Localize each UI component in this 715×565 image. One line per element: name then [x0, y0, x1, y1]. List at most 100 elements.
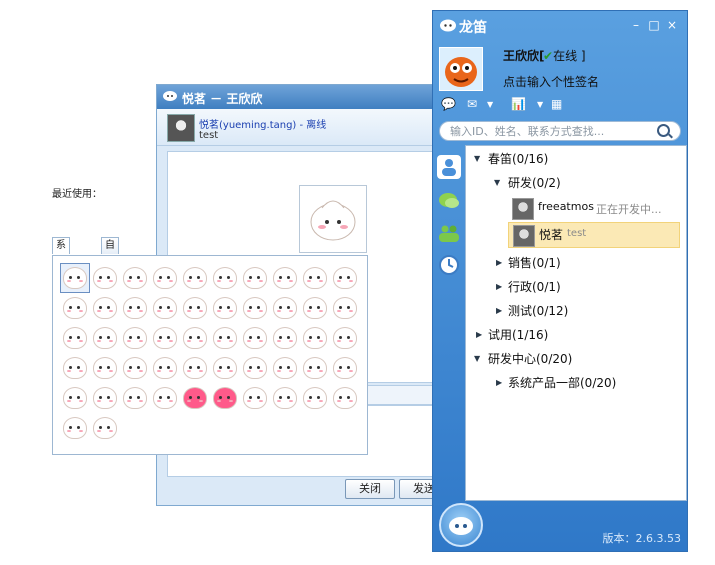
emoticon-cell[interactable]	[151, 384, 179, 412]
emoticon-cell[interactable]	[271, 354, 299, 382]
emoticon-cell[interactable]	[181, 294, 209, 322]
mail-dropdown-icon[interactable]: ▼	[487, 100, 493, 109]
emoticon-cell[interactable]	[331, 384, 359, 412]
group-sys-dept[interactable]: 系统产品一部(0/20)	[508, 374, 616, 391]
tab-custom-emoticons[interactable]: 自定义表情	[101, 237, 119, 315]
emoticon-cell[interactable]	[121, 264, 149, 292]
emoticon-cell[interactable]	[121, 294, 149, 322]
emoticon-cell[interactable]	[331, 354, 359, 382]
chart-dropdown-icon[interactable]: ▼	[537, 100, 543, 109]
emoticon-cell[interactable]	[331, 264, 359, 292]
collapse-arrow-icon[interactable]: ▶	[496, 258, 502, 267]
emoticon-cell[interactable]	[241, 384, 269, 412]
emoticon-cell[interactable]	[271, 324, 299, 352]
emoticon-cell[interactable]	[61, 414, 89, 442]
emoticon-cell[interactable]	[181, 354, 209, 382]
minimize-icon[interactable]: –	[630, 19, 642, 31]
emoticon-cell[interactable]	[211, 264, 239, 292]
emoticon-cell[interactable]	[331, 324, 359, 352]
emoticon-cell[interactable]	[271, 384, 299, 412]
group-rd-center[interactable]: 研发中心(0/20)	[488, 350, 572, 367]
emoticon-cell[interactable]	[121, 324, 149, 352]
emoticon-face-icon	[63, 357, 87, 379]
group-dev[interactable]: 研发(0/2)	[508, 174, 561, 191]
chat-bubble-icon[interactable]: 💬	[441, 97, 456, 111]
emoticon-face-icon	[273, 357, 297, 379]
emoticon-cell[interactable]	[271, 264, 299, 292]
emoticon-cell[interactable]	[271, 294, 299, 322]
emoticon-cell[interactable]	[91, 384, 119, 412]
collapse-arrow-icon[interactable]: ▶	[496, 378, 502, 387]
emoticon-cell[interactable]	[151, 264, 179, 292]
search-box[interactable]: 输入ID、姓名、联系方式查找...	[439, 121, 681, 141]
chart-icon[interactable]: 📊	[511, 97, 526, 111]
chat-titlebar[interactable]: 悦茗 － 王欣欣	[157, 85, 457, 109]
footer-logo-icon[interactable]	[439, 503, 483, 547]
emoticon-cell[interactable]	[151, 354, 179, 382]
search-icon[interactable]	[657, 124, 670, 137]
signature-prompt[interactable]: 点击输入个性签名	[503, 73, 599, 90]
history-tab[interactable]	[437, 253, 461, 277]
emoticon-cell[interactable]	[181, 384, 209, 412]
user-status[interactable]: ✔在线 ]	[543, 47, 586, 64]
emoticon-cell[interactable]	[121, 384, 149, 412]
tree-root[interactable]: 春笛(0/16)	[488, 150, 548, 167]
emoticon-cell[interactable]	[301, 384, 329, 412]
emoticon-cell[interactable]	[241, 294, 269, 322]
emoticon-cell[interactable]	[181, 324, 209, 352]
app-logo-icon	[440, 19, 456, 32]
contacts-tab[interactable]	[437, 155, 461, 179]
emoticon-cell[interactable]	[301, 354, 329, 382]
groups-tab[interactable]	[437, 189, 461, 213]
emoticon-cell[interactable]	[211, 384, 239, 412]
emoticon-cell[interactable]	[211, 324, 239, 352]
contact-name[interactable]: 悦茗(yueming.tang) - 离线	[199, 116, 326, 131]
apps-icon[interactable]: ▦	[551, 97, 562, 111]
emoticon-cell[interactable]	[301, 294, 329, 322]
emoticon-cell[interactable]	[241, 354, 269, 382]
emoticon-cell[interactable]	[211, 354, 239, 382]
expand-arrow-icon[interactable]: ▼	[474, 354, 480, 363]
emoticon-cell[interactable]	[91, 354, 119, 382]
emoticon-cell[interactable]	[91, 264, 119, 292]
emoticon-cell[interactable]	[60, 263, 90, 293]
user-avatar[interactable]	[439, 47, 483, 91]
emoticon-cell[interactable]	[241, 264, 269, 292]
emoticon-cell[interactable]	[91, 414, 119, 442]
emoticon-cell[interactable]	[151, 294, 179, 322]
close-icon[interactable]: ×	[666, 19, 678, 31]
collapse-arrow-icon[interactable]: ▶	[496, 306, 502, 315]
emoticon-cell[interactable]	[181, 264, 209, 292]
mail-icon[interactable]: ✉	[467, 97, 477, 111]
group-trial[interactable]: 试用(1/16)	[488, 326, 548, 343]
collapse-arrow-icon[interactable]: ▶	[476, 330, 482, 339]
emoticon-cell[interactable]	[301, 324, 329, 352]
group-test[interactable]: 测试(0/12)	[508, 302, 568, 319]
emoticon-cell[interactable]	[211, 294, 239, 322]
expand-arrow-icon[interactable]: ▼	[494, 178, 500, 187]
collapse-arrow-icon[interactable]: ▶	[496, 282, 502, 291]
contact-yueming[interactable]: 悦茗 test	[508, 222, 680, 248]
emoticon-cell[interactable]	[61, 354, 89, 382]
emoticon-cell[interactable]	[121, 354, 149, 382]
emoticon-cell[interactable]	[301, 264, 329, 292]
contact-avatar[interactable]	[167, 114, 195, 142]
close-button[interactable]: 关闭	[345, 479, 395, 499]
tab-system-emoticons[interactable]: 系统表情	[52, 237, 70, 299]
contact-freeatmos[interactable]: freeatmos 正在开发中...	[508, 196, 678, 220]
emoticon-cell[interactable]	[151, 324, 179, 352]
expand-arrow-icon[interactable]: ▼	[474, 154, 480, 163]
team-icon	[439, 225, 459, 242]
organization-tab[interactable]	[437, 221, 461, 245]
emoticon-cell[interactable]	[331, 294, 359, 322]
emoticon-cell[interactable]	[241, 324, 269, 352]
emoticon-cell[interactable]	[91, 324, 119, 352]
emoticon-cell[interactable]	[61, 324, 89, 352]
maximize-icon[interactable]: □	[648, 19, 660, 31]
emoticon-face-icon	[93, 387, 117, 409]
group-admin[interactable]: 行政(0/1)	[508, 278, 561, 295]
emoticon-cell[interactable]	[61, 294, 89, 322]
group-sales[interactable]: 销售(0/1)	[508, 254, 561, 271]
emoticon-cell[interactable]	[61, 384, 89, 412]
emoticon-cell[interactable]	[91, 294, 119, 322]
